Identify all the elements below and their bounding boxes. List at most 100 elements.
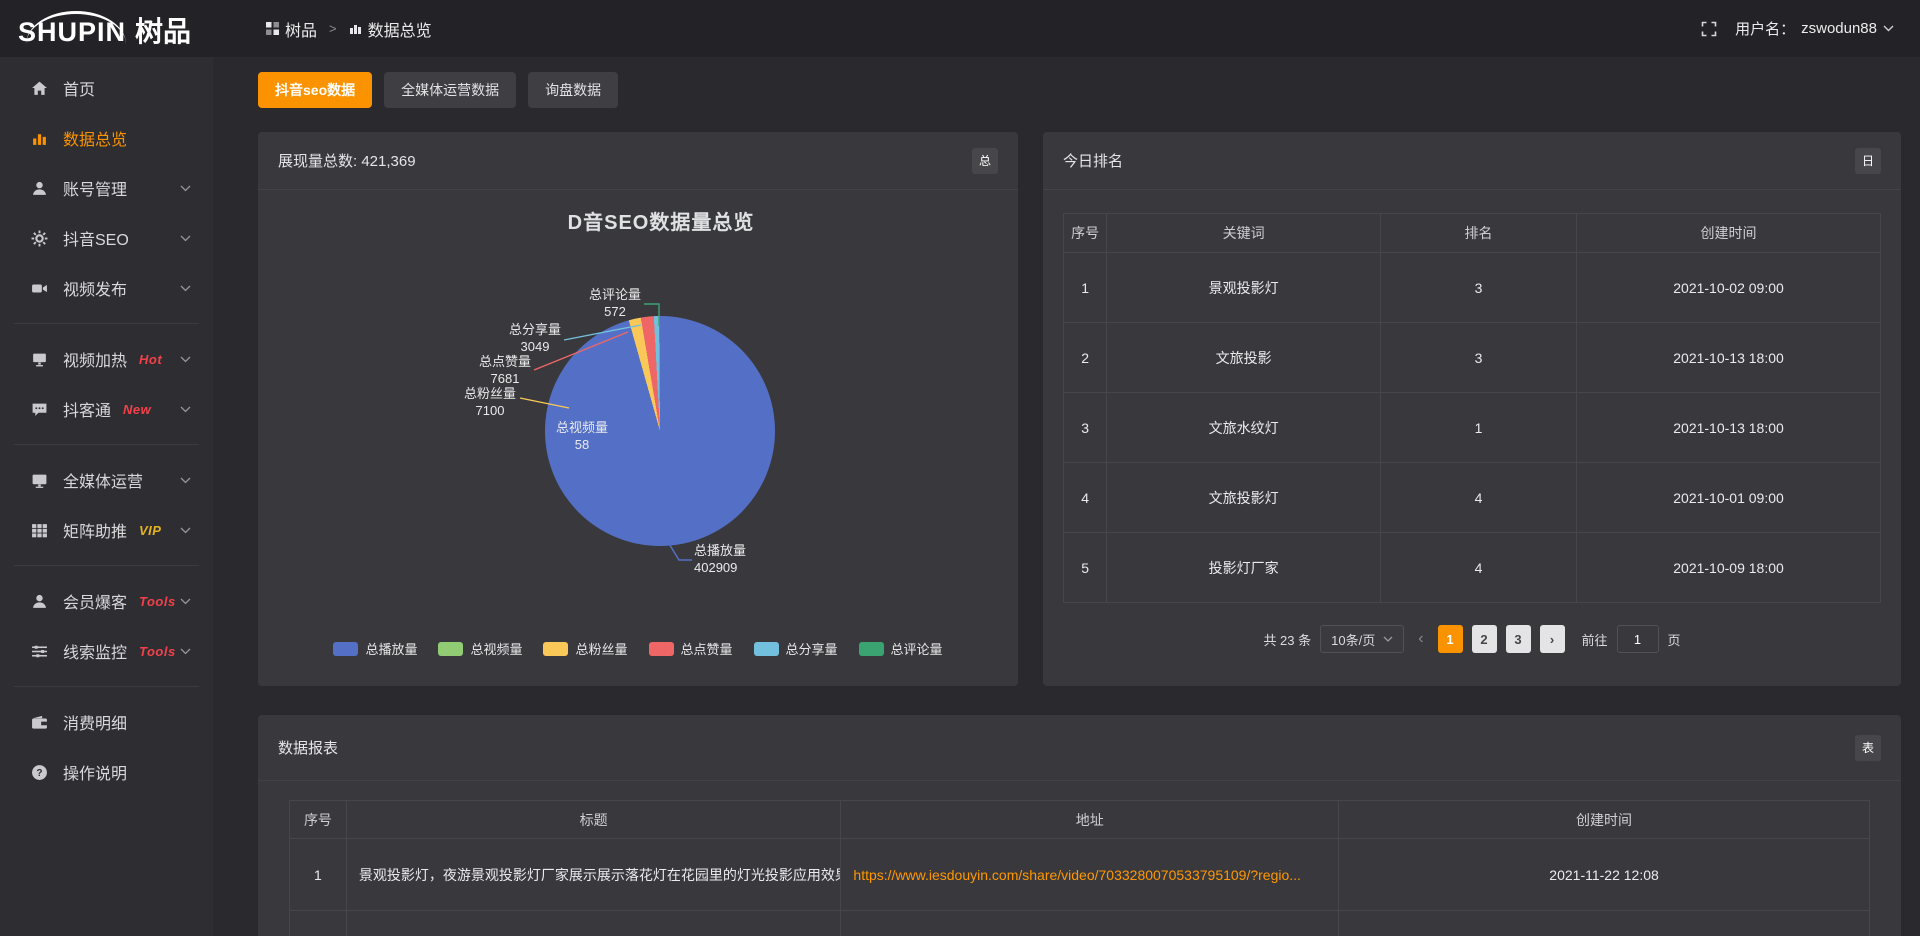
sidebar-item-data-overview[interactable]: 数据总览 bbox=[0, 113, 213, 163]
legend-item-plays[interactable]: 总播放量 bbox=[333, 639, 417, 658]
top-header: SHUPIN 树品 树品 > 数据总览 用户名：zswodun88 bbox=[0, 0, 1920, 57]
cell-created: 2021-10-02 09:00 bbox=[1577, 253, 1881, 323]
day-badge[interactable]: 日 bbox=[1855, 148, 1881, 174]
next-page-button[interactable]: › bbox=[1540, 625, 1565, 653]
cell-keyword: 文旅水纹灯 bbox=[1107, 393, 1381, 463]
sidebar-item-label: 矩阵助推 bbox=[63, 518, 127, 542]
prev-page-button[interactable]: ‹ bbox=[1413, 630, 1428, 648]
cell-title: 景观投影灯，夜游景观投影灯厂家展示展示落花灯在花园里的灯光投影应用效果 # bbox=[346, 839, 841, 911]
member-icon bbox=[30, 593, 48, 610]
total-badge[interactable]: 总 bbox=[972, 148, 998, 174]
sidebar: 首页 数据总览 账号管理 抖音SEO 视频发布 视频加热 Hot bbox=[0, 57, 213, 936]
hot-badge: Hot bbox=[139, 352, 162, 367]
pie-label-videos: 总视频量58 bbox=[556, 419, 608, 453]
chart-legend: 总播放量 总视频量 总粉丝量 总点赞量 总分享量 总评论量 bbox=[258, 639, 1018, 658]
sidebar-item-account[interactable]: 账号管理 bbox=[0, 163, 213, 213]
legend-label: 总视频量 bbox=[470, 639, 522, 658]
cell-rank: 3 bbox=[1380, 323, 1576, 393]
cell-index bbox=[290, 911, 347, 936]
page-size-select[interactable]: 10条/页 bbox=[1320, 625, 1404, 653]
breadcrumb-current[interactable]: 数据总览 bbox=[349, 17, 432, 41]
sidebar-divider bbox=[14, 565, 199, 566]
report-panel-title: 数据报表 bbox=[278, 737, 338, 758]
breadcrumb-root[interactable]: 树品 bbox=[266, 17, 317, 41]
tab-inquiry-data[interactable]: 询盘数据 bbox=[528, 72, 618, 108]
pie-label-fans: 总粉丝量7100 bbox=[464, 385, 516, 419]
cell-created: 2021-10-13 18:00 bbox=[1577, 393, 1881, 463]
sidebar-item-label: 全媒体运营 bbox=[63, 468, 143, 492]
legend-label: 总播放量 bbox=[365, 639, 417, 658]
legend-swatch bbox=[754, 642, 779, 656]
tab-media-operation-data[interactable]: 全媒体运营数据 bbox=[384, 72, 516, 108]
sidebar-item-member-burst[interactable]: 会员爆客 Tools bbox=[0, 576, 213, 626]
table-row: 5投影灯厂家42021-10-09 18:00 bbox=[1064, 533, 1881, 603]
legend-swatch bbox=[859, 642, 884, 656]
sidebar-divider bbox=[14, 686, 199, 687]
goto-page-input[interactable] bbox=[1617, 625, 1659, 653]
sidebar-item-consumption[interactable]: 消费明细 bbox=[0, 697, 213, 747]
sidebar-item-label: 抖客通 bbox=[63, 397, 111, 421]
pie-label-comments: 总评论量572 bbox=[589, 286, 641, 320]
chat-bubble-icon bbox=[30, 401, 48, 418]
sidebar-item-video-heat[interactable]: 视频加热 Hot bbox=[0, 334, 213, 384]
legend-item-comments[interactable]: 总评论量 bbox=[859, 639, 943, 658]
chevron-down-icon bbox=[180, 477, 191, 484]
legend-swatch bbox=[543, 642, 568, 656]
sidebar-item-douketong[interactable]: 抖客通 New bbox=[0, 384, 213, 434]
sidebar-item-instructions[interactable]: ? 操作说明 bbox=[0, 747, 213, 797]
question-circle-icon: ? bbox=[30, 764, 48, 781]
fullscreen-icon[interactable] bbox=[1701, 21, 1717, 37]
logo-text-cjk: 树品 bbox=[135, 18, 191, 46]
cell-index: 3 bbox=[1064, 393, 1107, 463]
col-keyword: 关键词 bbox=[1107, 214, 1381, 253]
page-button-2[interactable]: 2 bbox=[1472, 625, 1497, 653]
wallet-icon bbox=[30, 714, 48, 731]
pie-label-name: 总播放量 bbox=[694, 542, 746, 559]
legend-item-videos[interactable]: 总视频量 bbox=[438, 639, 522, 658]
table-badge[interactable]: 表 bbox=[1855, 735, 1881, 761]
sidebar-item-label: 账号管理 bbox=[63, 176, 127, 200]
main-content: 抖音seo数据 全媒体运营数据 询盘数据 展现量总数: 421,369 总 D音… bbox=[213, 57, 1920, 936]
cell-keyword: 文旅投影灯 bbox=[1107, 463, 1381, 533]
user-menu[interactable]: 用户名：zswodun88 bbox=[1735, 18, 1894, 39]
sidebar-item-label: 操作说明 bbox=[63, 760, 127, 784]
chart-panel-header: 展现量总数: 421,369 总 bbox=[258, 132, 1018, 190]
video-url-link[interactable]: https://www.iesdouyin.com/share/video/70… bbox=[853, 867, 1301, 883]
video-camera-icon bbox=[30, 280, 48, 297]
legend-item-likes[interactable]: 总点赞量 bbox=[649, 639, 733, 658]
table-row: 2文旅投影32021-10-13 18:00 bbox=[1064, 323, 1881, 393]
page-button-3[interactable]: 3 bbox=[1506, 625, 1531, 653]
goto-label: 前往 bbox=[1582, 630, 1608, 649]
pie-label-value: 7100 bbox=[464, 402, 516, 419]
seo-chart-panel: 展现量总数: 421,369 总 D音SEO数据量总览 总评论量572 总分享量… bbox=[258, 132, 1018, 686]
pie-label-value: 402909 bbox=[694, 559, 746, 576]
table-row: 4文旅投影灯42021-10-01 09:00 bbox=[1064, 463, 1881, 533]
pie-label-likes: 总点赞量7681 bbox=[479, 353, 531, 387]
legend-item-fans[interactable]: 总粉丝量 bbox=[543, 639, 627, 658]
ranking-panel-title: 今日排名 bbox=[1063, 150, 1123, 171]
svg-text:?: ? bbox=[36, 768, 42, 779]
pie-label-value: 58 bbox=[556, 436, 608, 453]
chevron-down-icon bbox=[1383, 636, 1393, 642]
logo[interactable]: SHUPIN 树品 bbox=[18, 11, 191, 46]
sidebar-item-lead-monitor[interactable]: 线索监控 Tools bbox=[0, 626, 213, 676]
impressions-total-value: 421,369 bbox=[361, 153, 415, 170]
legend-item-shares[interactable]: 总分享量 bbox=[754, 639, 838, 658]
col-index: 序号 bbox=[1064, 214, 1107, 253]
tab-douyin-seo-data[interactable]: 抖音seo数据 bbox=[258, 72, 372, 108]
sidebar-item-media-operation[interactable]: 全媒体运营 bbox=[0, 455, 213, 505]
cell-index: 4 bbox=[1064, 463, 1107, 533]
sidebar-item-home[interactable]: 首页 bbox=[0, 63, 213, 113]
page-button-1[interactable]: 1 bbox=[1438, 625, 1463, 653]
cell-index: 5 bbox=[1064, 533, 1107, 603]
sidebar-item-video-publish[interactable]: 视频发布 bbox=[0, 263, 213, 313]
table-header-row: 序号 标题 地址 创建时间 bbox=[290, 801, 1870, 839]
data-report-panel: 数据报表 表 序号 标题 地址 创建时间 1 景观投影灯，夜游景观投影灯厂 bbox=[258, 715, 1901, 936]
chevron-down-icon bbox=[180, 527, 191, 534]
sidebar-item-matrix-boost[interactable]: 矩阵助推 VIP bbox=[0, 505, 213, 555]
data-tabs: 抖音seo数据 全媒体运营数据 询盘数据 bbox=[258, 72, 1901, 108]
sidebar-item-douyin-seo[interactable]: 抖音SEO bbox=[0, 213, 213, 263]
sidebar-item-label: 消费明细 bbox=[63, 710, 127, 734]
chart-title: D音SEO数据量总览 bbox=[511, 206, 811, 235]
cell-index: 2 bbox=[1064, 323, 1107, 393]
